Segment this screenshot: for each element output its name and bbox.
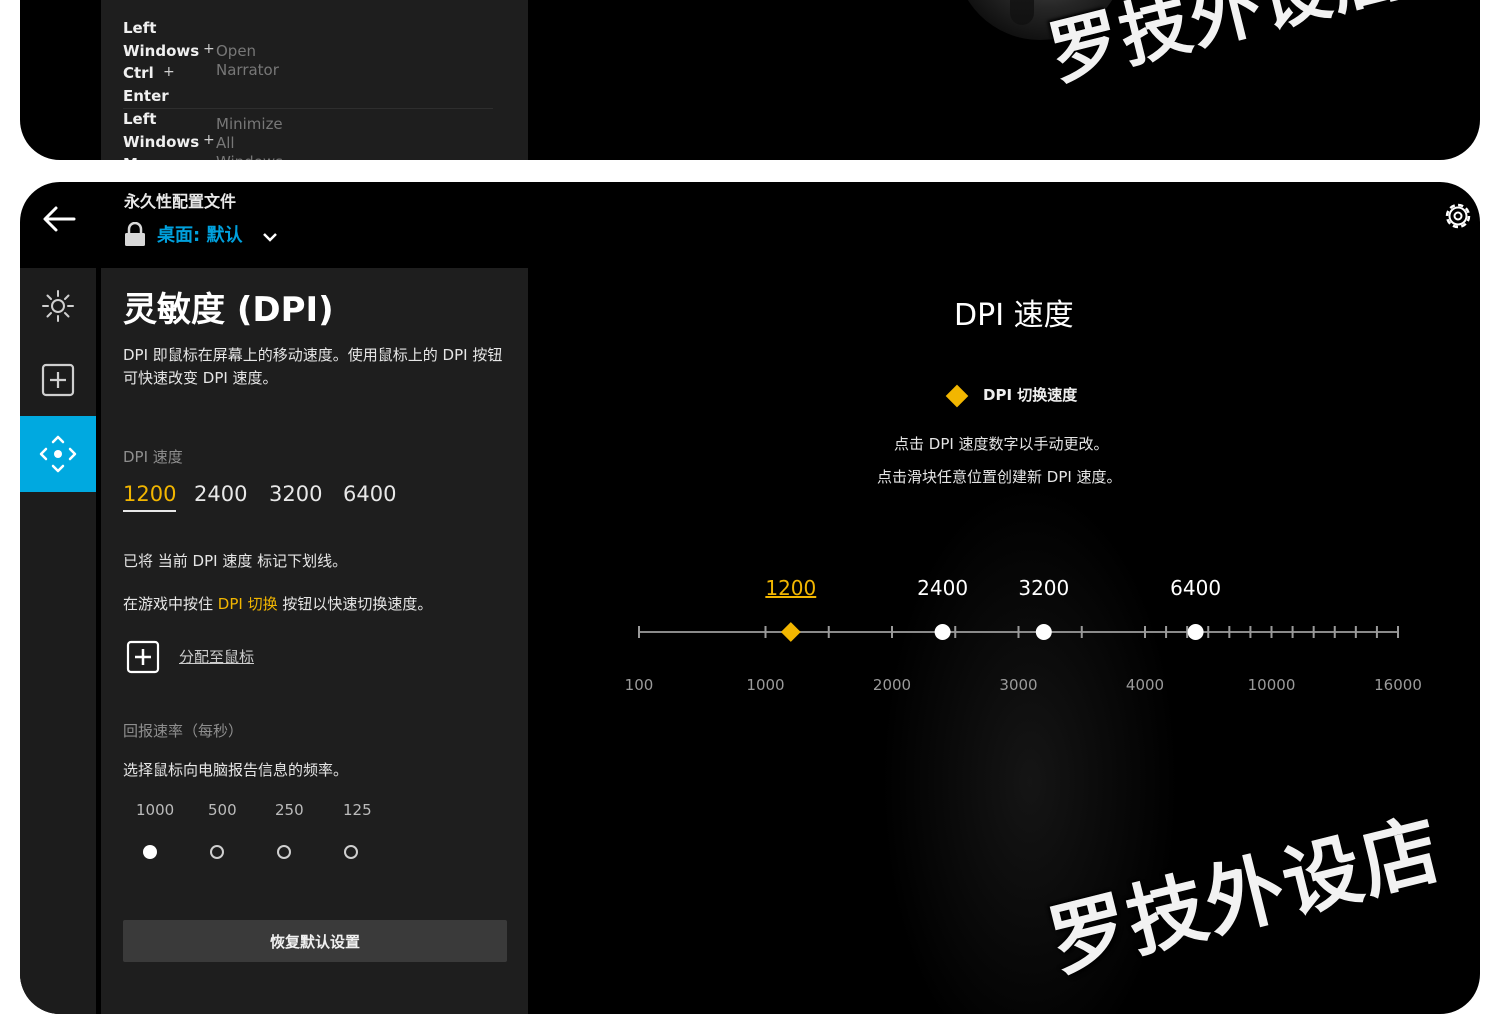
- dpi-point-label[interactable]: 2400: [917, 576, 968, 600]
- dpi-point-label[interactable]: 1200: [765, 576, 816, 600]
- axis-tick-label: 4000: [1126, 676, 1164, 694]
- axis-tick-label: 3000: [999, 676, 1037, 694]
- shortcut-action: Open Narrator: [216, 42, 279, 79]
- watermark: 罗技外设店: [1041, 0, 1411, 96]
- axis-tick-label: 10000: [1248, 676, 1296, 694]
- plus-sign: +: [203, 41, 215, 57]
- plus-sign: +: [163, 64, 175, 80]
- dpi-point-marker[interactable]: [1187, 624, 1204, 640]
- dpi-point-marker[interactable]: [1035, 624, 1052, 640]
- dpi-point-label[interactable]: 6400: [1170, 576, 1221, 600]
- axis-tick-label: 1000: [746, 676, 784, 694]
- shortcut-keys: Left Windows Ctrl Enter: [123, 19, 200, 105]
- dpi-shift-marker[interactable]: [780, 622, 801, 642]
- axis-tick-label: 100: [625, 676, 654, 694]
- dpi-point-label[interactable]: 3200: [1018, 576, 1069, 600]
- shortcut-action: Minimize All Windows: [216, 115, 283, 160]
- shortcut-keys: Left Windows M: [123, 110, 200, 160]
- previous-section-panel: Left Windows Ctrl Enter + + Open Narrato…: [20, 0, 1480, 160]
- dpi-point-marker[interactable]: [934, 624, 951, 640]
- axis-tick-label: 2000: [873, 676, 911, 694]
- dpi-settings-window: 永久性配置文件 桌面: 默认 灵敏度 (DPI) DPI 即鼠标在屏幕上的移动速…: [20, 182, 1480, 1014]
- shortcut-list: Left Windows Ctrl Enter + + Open Narrato…: [101, 0, 528, 160]
- plus-sign: +: [203, 132, 215, 148]
- axis-tick-label: 16000: [1374, 676, 1422, 694]
